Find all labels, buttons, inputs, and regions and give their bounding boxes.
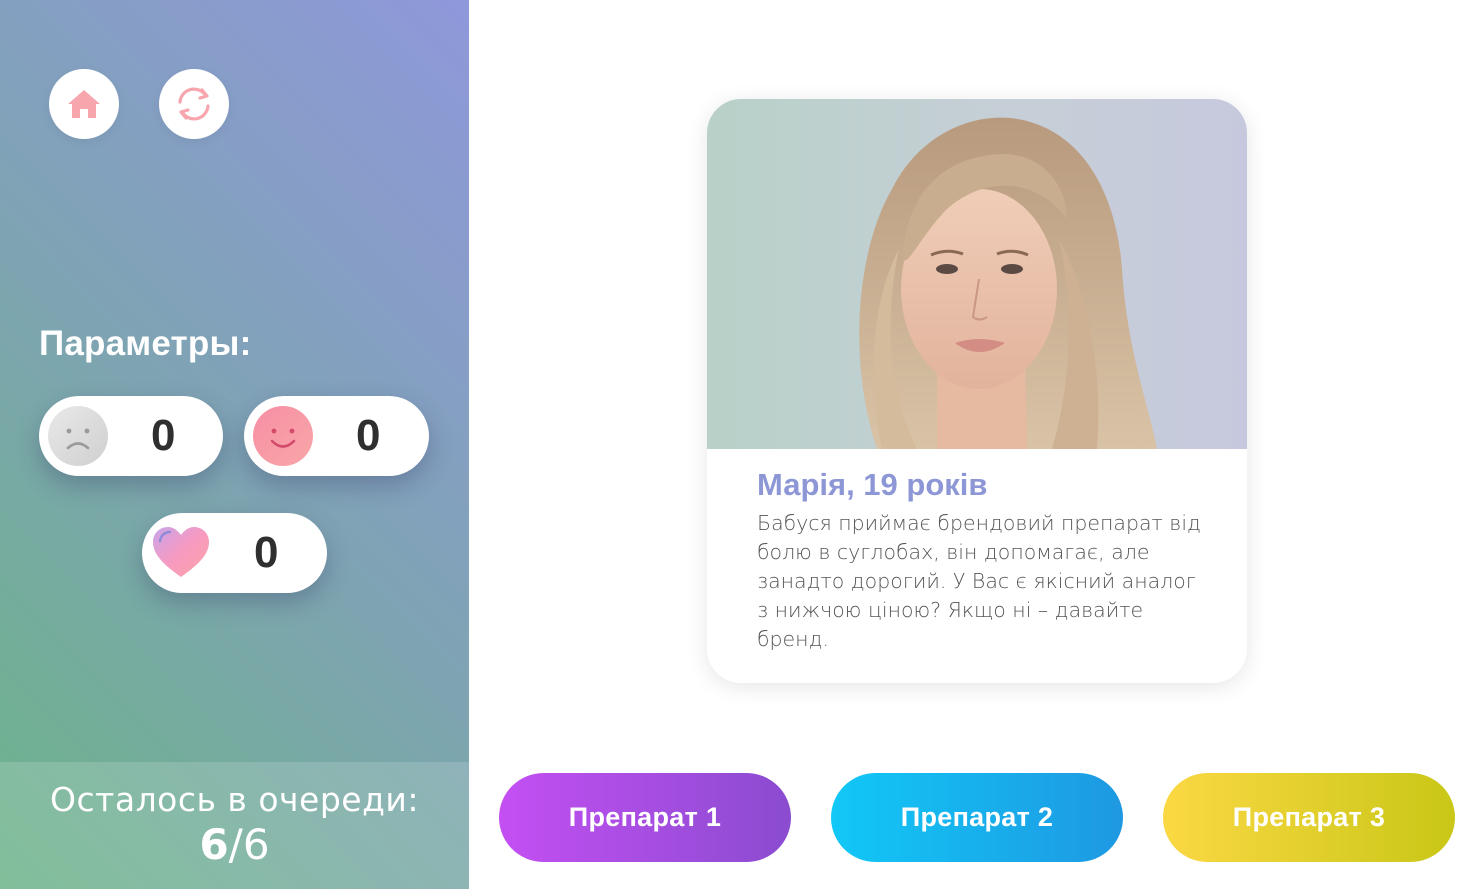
happy-face-icon xyxy=(253,406,313,466)
restart-button[interactable] xyxy=(159,69,229,139)
drug-3-button[interactable]: Препарат 3 xyxy=(1163,773,1455,862)
home-icon xyxy=(68,90,100,118)
queue-label: Осталось в очереди: xyxy=(50,780,419,819)
love-counter: 0 xyxy=(142,513,327,593)
queue-separator: / xyxy=(228,820,243,869)
drug-2-button[interactable]: Препарат 2 xyxy=(831,773,1123,862)
params-title: Параметры: xyxy=(39,324,252,363)
queue-total: 6 xyxy=(242,820,270,869)
queue-current: 6 xyxy=(199,820,229,869)
portrait-illustration xyxy=(859,117,1157,449)
love-count: 0 xyxy=(254,528,279,577)
sad-face-icon xyxy=(48,406,108,466)
heart-icon xyxy=(153,527,209,577)
character-name: Марія, 19 років xyxy=(757,467,988,502)
happy-count: 0 xyxy=(356,411,381,460)
queue-count: 6/6 xyxy=(0,819,469,871)
character-photo xyxy=(707,99,1247,449)
restart-icon xyxy=(178,87,210,121)
sad-count: 0 xyxy=(151,411,176,460)
queue-panel: Осталось в очереди: 6/6 xyxy=(0,762,469,889)
character-request: Бабуся приймає брендовий препарат від бо… xyxy=(757,511,1201,651)
sad-counter: 0 xyxy=(39,396,223,476)
sidebar: Параметры: 0 0 0 Осталось в очереди: 6/6 xyxy=(0,0,469,889)
happy-counter: 0 xyxy=(244,396,429,476)
drug-1-button[interactable]: Препарат 1 xyxy=(499,773,791,862)
character-card: Марія, 19 років Бабуся приймає брендовий… xyxy=(707,99,1247,683)
home-button[interactable] xyxy=(49,69,119,139)
